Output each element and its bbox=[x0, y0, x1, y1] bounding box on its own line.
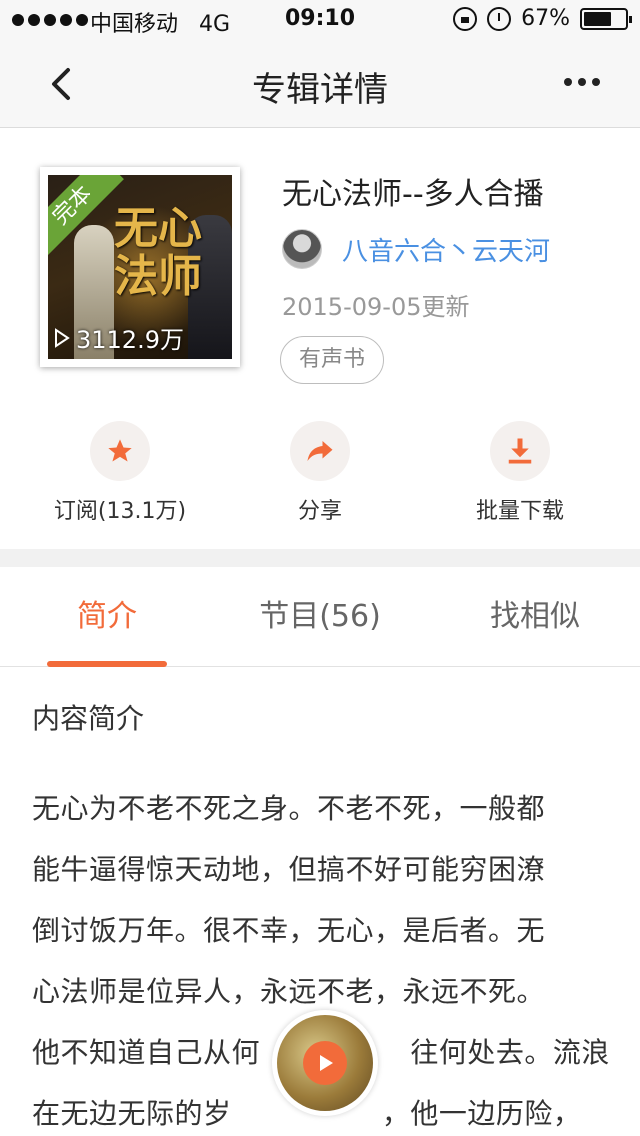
cover-image: 无心法师 完本 3112.9万 bbox=[48, 175, 232, 359]
intro-line: 无心为不老不死之身。不老不死，一般都 bbox=[32, 792, 546, 825]
cover-title-artwork: 无心法师 bbox=[114, 203, 202, 302]
tab-episodes[interactable]: 节目(56) bbox=[240, 567, 400, 667]
battery-percent: 67% bbox=[521, 6, 570, 31]
play-count: 3112.9万 bbox=[54, 320, 184, 355]
play-outline-icon bbox=[55, 327, 70, 348]
album-cover[interactable]: 无心法师 完本 3112.9万 bbox=[40, 167, 240, 367]
tab-bar: 简介 节目(56) 找相似 bbox=[0, 567, 640, 667]
more-dots-icon bbox=[564, 78, 572, 86]
rotation-lock-icon bbox=[453, 6, 478, 31]
batch-download-button[interactable]: 批量下载 bbox=[420, 421, 620, 525]
author-link[interactable]: 八音六合丶云天河 bbox=[282, 229, 550, 269]
album-header: 无心法师 完本 3112.9万 无心法师--多人合播 八音六合丶云天河 2015… bbox=[0, 129, 640, 549]
navigation-bar: 专辑详情 bbox=[0, 40, 640, 128]
battery-level bbox=[584, 11, 611, 26]
active-tab-indicator bbox=[47, 661, 167, 667]
album-title: 无心法师--多人合播 bbox=[282, 177, 544, 212]
subscribe-label: 订阅(13.1万) bbox=[53, 499, 187, 524]
intro-line: 倒讨饭万年。很不幸，无心，是后者。无 bbox=[32, 914, 546, 947]
play-icon bbox=[320, 1055, 333, 1071]
status-bar: 中国移动 4G 09:10 67% bbox=[0, 0, 640, 40]
share-icon bbox=[307, 441, 333, 461]
intro-heading: 内容简介 bbox=[32, 702, 145, 735]
update-date: 2015-09-05更新 bbox=[282, 293, 470, 321]
avatar[interactable] bbox=[282, 229, 322, 269]
mini-player-button[interactable] bbox=[272, 1010, 378, 1116]
download-icon bbox=[508, 438, 532, 464]
action-bar: 订阅(13.1万) 分享 批量下载 bbox=[0, 421, 640, 531]
subscribe-button[interactable]: 订阅(13.1万) bbox=[20, 421, 220, 525]
more-button[interactable] bbox=[564, 78, 600, 86]
author-name[interactable]: 八音六合丶云天河 bbox=[342, 231, 550, 268]
category-tag[interactable]: 有声书 bbox=[280, 336, 385, 384]
now-playing-cover bbox=[277, 1015, 373, 1111]
battery-icon bbox=[580, 7, 632, 30]
section-divider bbox=[0, 549, 640, 567]
play-count-value: 3112.9万 bbox=[76, 326, 184, 354]
tab-intro[interactable]: 简介 bbox=[47, 567, 167, 667]
star-icon bbox=[108, 439, 132, 462]
share-button[interactable]: 分享 bbox=[220, 421, 420, 525]
share-label: 分享 bbox=[297, 499, 342, 524]
tab-similar[interactable]: 找相似 bbox=[470, 567, 600, 667]
alarm-icon bbox=[487, 6, 512, 31]
intro-line: 能牛逼得惊天动地，但搞不好可能穷困潦 bbox=[32, 853, 546, 886]
batch-download-label: 批量下载 bbox=[475, 499, 564, 524]
page-title: 专辑详情 bbox=[252, 70, 388, 110]
